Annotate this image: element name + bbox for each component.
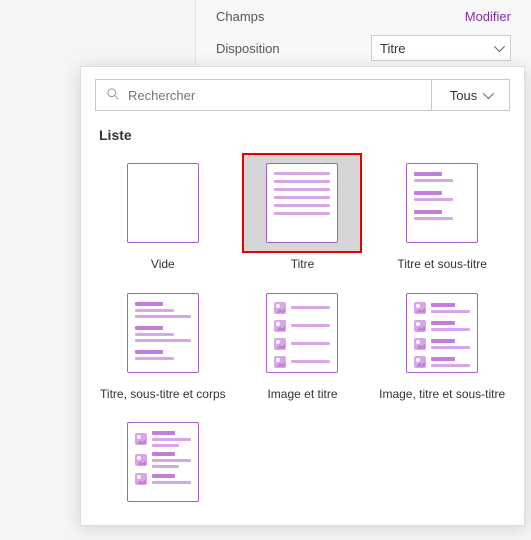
- fields-label: Champs: [216, 9, 264, 24]
- image-icon: [414, 302, 426, 314]
- thumb-titre-sous: [406, 163, 478, 243]
- layout-list-scroll[interactable]: Liste Vide Titre: [95, 123, 518, 525]
- layout-dropdown-value: Titre: [380, 41, 406, 56]
- layout-tile-titre[interactable]: Titre: [239, 153, 367, 273]
- tile-label: Titre, sous-titre et corps: [100, 387, 226, 403]
- image-icon: [274, 356, 286, 368]
- search-input[interactable]: [128, 88, 421, 103]
- filter-dropdown-label: Tous: [450, 88, 477, 103]
- chevron-down-icon: [494, 41, 505, 52]
- layout-tile-titre-sous-corps[interactable]: Titre, sous-titre et corps: [99, 283, 227, 403]
- tile-label: Image et titre: [267, 387, 337, 403]
- properties-panel: Champs Modifier Disposition Titre: [195, 0, 531, 70]
- search-icon: [106, 87, 120, 104]
- search-box[interactable]: [96, 80, 431, 110]
- image-icon: [135, 433, 147, 445]
- thumb-image-titre: [266, 293, 338, 373]
- tile-label: Titre et sous-titre: [397, 257, 487, 273]
- image-icon: [414, 320, 426, 332]
- filter-dropdown[interactable]: Tous: [431, 80, 509, 110]
- image-icon: [414, 356, 426, 368]
- layout-tile-image-titre-sous[interactable]: Image, titre et sous-titre: [378, 283, 506, 403]
- thumb-vide: [127, 163, 199, 243]
- thumb-titre: [266, 163, 338, 243]
- layout-dropdown[interactable]: Titre: [371, 35, 511, 61]
- tile-label: Vide: [151, 257, 175, 273]
- layout-picker-popup: Tous Liste Vide Titre: [80, 66, 525, 526]
- layout-tile-image-titre[interactable]: Image et titre: [239, 283, 367, 403]
- tile-label: Image, titre et sous-titre: [379, 387, 505, 403]
- group-title: Liste: [99, 127, 510, 143]
- image-icon: [274, 302, 286, 314]
- layout-tile-titre-sous[interactable]: Titre et sous-titre: [378, 153, 506, 273]
- fields-edit-link[interactable]: Modifier: [465, 9, 511, 24]
- thumb-partial: [127, 422, 199, 502]
- image-icon: [414, 338, 426, 350]
- layout-tile-vide[interactable]: Vide: [99, 153, 227, 273]
- image-icon: [274, 338, 286, 350]
- tile-label: Titre: [291, 257, 315, 273]
- layout-tile-partial[interactable]: [99, 412, 227, 516]
- chevron-down-icon: [483, 88, 494, 99]
- thumb-titre-sous-corps: [127, 293, 199, 373]
- image-icon: [274, 320, 286, 332]
- layout-label: Disposition: [216, 41, 280, 56]
- search-row: Tous: [95, 79, 510, 111]
- thumb-image-titre-sous: [406, 293, 478, 373]
- image-icon: [135, 473, 147, 485]
- image-icon: [135, 454, 147, 466]
- layout-grid: Vide Titre: [95, 153, 510, 516]
